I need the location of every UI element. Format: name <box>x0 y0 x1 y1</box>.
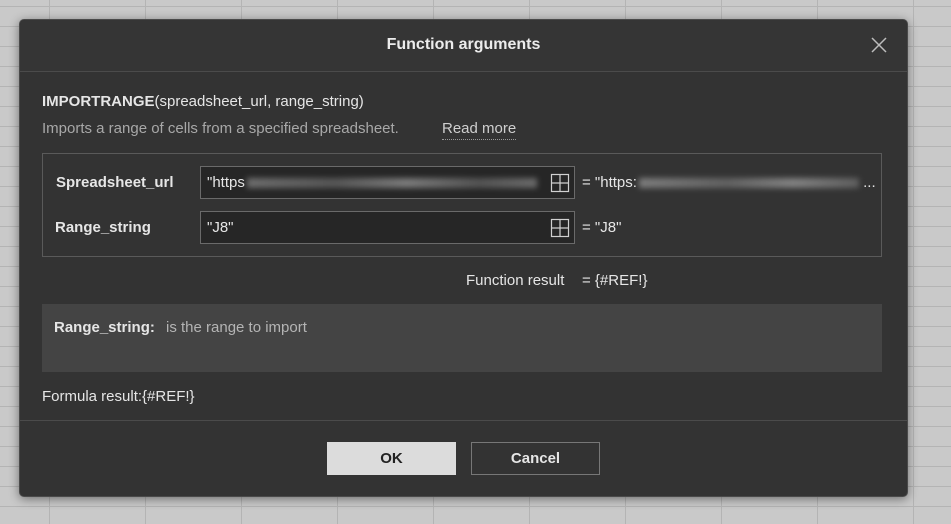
function-result-value: = {#REF!} <box>582 272 648 289</box>
spreadsheet-url-result: = "https: ... <box>582 174 876 191</box>
formula-result: Formula result:{#REF!} <box>42 388 195 405</box>
read-more-link[interactable]: Read more <box>442 120 517 140</box>
range-string-input[interactable]: "J8" <box>200 211 575 244</box>
spreadsheet-url-result-text: = "https: <box>582 174 637 191</box>
cancel-button[interactable]: Cancel <box>471 442 600 475</box>
spreadsheet-url-input[interactable]: "https <box>200 166 575 199</box>
help-text: is the range to import <box>166 319 307 336</box>
footer-divider <box>20 420 907 421</box>
function-arguments-dialog: Function arguments IMPORTRANGE(spreadshe… <box>19 19 908 497</box>
ok-button[interactable]: OK <box>327 442 456 475</box>
dialog-titlebar: Function arguments <box>20 20 907 72</box>
arg-label-range-string: Range_string <box>55 219 151 236</box>
spreadsheet-url-value: "https <box>207 174 245 191</box>
close-icon <box>871 37 887 53</box>
range-select-icon <box>550 173 570 193</box>
function-name: IMPORTRANGE <box>42 93 155 110</box>
redacted-url <box>246 178 537 189</box>
function-description: Imports a range of cells from a specifie… <box>42 120 399 137</box>
result-ellipsis: ... <box>863 174 876 191</box>
function-result-label: Function result <box>466 272 565 289</box>
range-select-icon <box>550 218 570 238</box>
help-arg-name: Range_string: <box>54 319 155 336</box>
arguments-panel: Spreadsheet_url "https = "https: ... Ran… <box>42 153 882 257</box>
dialog-title: Function arguments <box>386 36 541 53</box>
redacted-result <box>638 178 859 189</box>
range-string-result: = "J8" <box>582 219 622 236</box>
argument-help-panel: Range_string: is the range to import <box>42 304 882 372</box>
close-button[interactable] <box>869 35 889 55</box>
arg-label-spreadsheet-url: Spreadsheet_url <box>56 174 174 191</box>
range-string-value: "J8" <box>207 219 234 236</box>
function-params: (spreadsheet_url, range_string) <box>154 93 364 110</box>
range-select-button-range-string[interactable] <box>550 218 570 238</box>
function-signature: IMPORTRANGE(spreadsheet_url, range_strin… <box>42 93 364 110</box>
range-select-button-spreadsheet-url[interactable] <box>550 173 570 193</box>
